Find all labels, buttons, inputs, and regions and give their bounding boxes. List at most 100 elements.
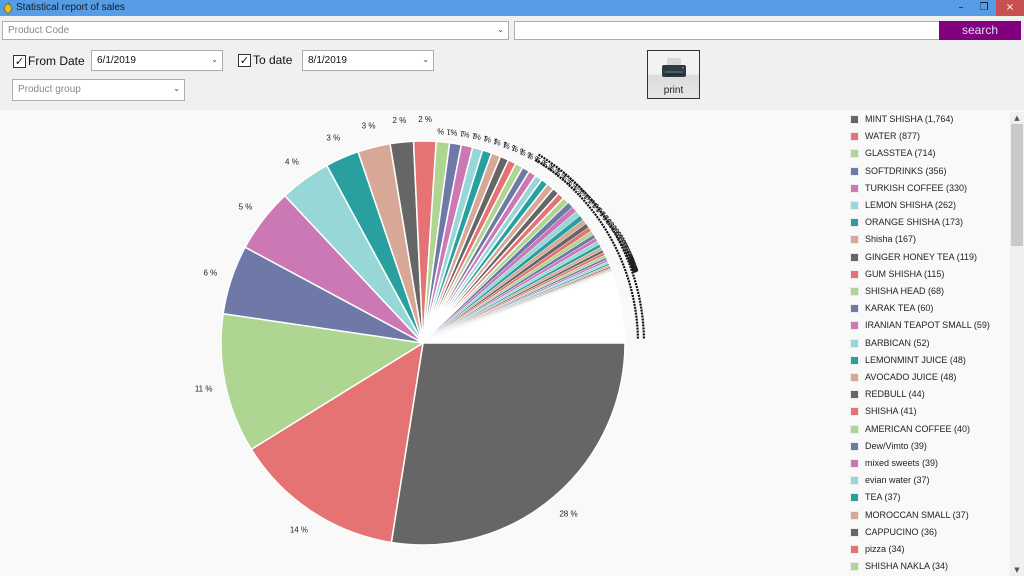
legend-swatch — [850, 166, 859, 176]
legend-label: KARAK TEA (60) — [865, 303, 934, 314]
legend-swatch — [850, 149, 859, 159]
product-group-placeholder: Product group — [18, 84, 81, 95]
scroll-down-icon[interactable]: ▼ — [1010, 564, 1024, 576]
legend-swatch — [850, 183, 859, 193]
legend-label: SHISHA HEAD (68) — [865, 286, 945, 296]
legend-label: TEA (37) — [865, 492, 901, 503]
product-code-placeholder: Product Code — [8, 25, 70, 36]
legend-label: GINGER HONEY TEA (119) — [865, 251, 978, 262]
legend-label: AVOCADO JUICE (48) — [865, 372, 957, 382]
pie-data-label: 2 % — [393, 116, 407, 125]
pie-data-label: 2 % — [418, 115, 432, 124]
close-button[interactable]: × — [996, 0, 1024, 16]
pie-data-label: 3 % — [362, 122, 376, 131]
title-bar: Statistical report of sales – ❐ × — [0, 0, 1024, 16]
legend-label: LEMONMINT JUICE (48) — [865, 354, 966, 365]
from-date-checkbox[interactable]: ✓ — [13, 55, 26, 68]
legend-label: BARBICAN (52) — [865, 337, 930, 348]
legend-swatch — [850, 338, 859, 348]
scroll-up-icon[interactable]: ▲ — [1010, 112, 1024, 124]
legend-label: SOFTDRINKS (356) — [865, 165, 947, 176]
legend-scrollbar[interactable]: ▲ ▼ — [1010, 112, 1024, 576]
legend-label: REDBULL (44) — [865, 389, 925, 400]
legend-swatch — [850, 493, 859, 503]
pie-data-label: 28 % — [559, 509, 577, 518]
legend-label: CAPPUCINO (36) — [865, 526, 938, 537]
legend-label: Shisha (167) — [865, 234, 917, 245]
legend-swatch — [850, 218, 859, 228]
legend-swatch — [850, 510, 859, 520]
legend-label: MOROCCAN SMALL (37) — [865, 509, 969, 520]
legend-label: WATER (877) — [865, 131, 921, 142]
from-date-picker[interactable]: 6/1/2019 ⌄ — [91, 50, 223, 71]
legend-swatch — [850, 252, 859, 262]
legend-swatch — [850, 441, 859, 451]
legend-label: TURKISH COFFEE (330) — [865, 182, 968, 193]
legend-label: GUM SHISHA (115) — [865, 268, 945, 279]
pie-data-label: 4 % — [285, 157, 299, 166]
legend-label: LEMON SHISHA (262) — [865, 200, 957, 210]
legend-label: mixed sweets (39) — [865, 458, 939, 468]
pie-data-label: 0 % — [627, 258, 640, 274]
legend-swatch — [850, 459, 859, 468]
legend-label: IRANIAN TEAPOT SMALL (59) — [865, 320, 990, 331]
chevron-down-icon: ⌄ — [211, 54, 218, 64]
legend-swatch — [850, 287, 859, 296]
legend-label: evian water (37) — [865, 475, 930, 486]
pie-slice-mint-shisha — [390, 342, 626, 546]
pie-data-label: 1 % — [437, 126, 452, 136]
pie-chart: 28 %14 %11 %6 %5 %4 %3 %3 %2 % 2 %1 %1 %1… — [195, 115, 646, 546]
legend-label: SHISHA NAKLA (34) — [865, 561, 949, 572]
scrollbar-thumb[interactable] — [1011, 124, 1023, 246]
legend-swatch — [850, 115, 859, 124]
search-input[interactable] — [514, 21, 940, 40]
pie-data-label: 14 % — [290, 526, 308, 535]
chevron-down-icon: ⌄ — [497, 24, 504, 34]
legend-swatch — [850, 424, 859, 434]
legend-swatch — [850, 476, 859, 486]
legend-label: ORANGE SHISHA (173) — [865, 217, 964, 228]
product-code-dropdown[interactable]: Product Code ⌄ — [2, 21, 509, 40]
legend-swatch — [850, 562, 859, 572]
minimize-button[interactable]: – — [950, 0, 972, 16]
chevron-down-icon: ⌄ — [422, 54, 429, 64]
legend-swatch — [850, 545, 859, 554]
chart-legend: MINT SHISHA (1,764) WATER (877) GLASSTEA (… — [846, 112, 1006, 576]
legend-label: MINT SHISHA (1,764) — [865, 114, 954, 124]
pie-data-label: 3 % — [326, 134, 340, 143]
chart-area: 28 % 14 % 11 % 6 % 5 % 4 % 3 % 3 % 2 % 2 % 1 % 1 % 1… — [0, 110, 1024, 576]
product-group-dropdown[interactable]: Product group ⌄ — [12, 79, 185, 101]
legend-swatch — [850, 355, 859, 365]
to-date-value: 8/1/2019 — [308, 55, 347, 66]
from-date-value: 6/1/2019 — [97, 55, 136, 66]
window-title: Statistical report of sales — [16, 2, 125, 13]
pie-data-label: 11 % — [195, 384, 213, 393]
legend-label: AMERICAN COFFEE (40) — [865, 423, 971, 434]
print-label: print — [663, 85, 684, 96]
legend-swatch — [850, 235, 859, 245]
chevron-down-icon: ⌄ — [173, 84, 180, 93]
pie-data-label: 6 % — [203, 269, 217, 278]
legend-swatch — [850, 373, 859, 382]
to-date-label: To date — [253, 53, 293, 67]
app-icon — [4, 2, 12, 14]
legend-swatch — [850, 304, 859, 314]
legend-label: GLASSTEA (714) — [865, 148, 936, 159]
legend-swatch — [850, 407, 859, 417]
legend-swatch — [850, 321, 859, 331]
printer-icon — [662, 58, 686, 77]
to-date-picker[interactable]: 8/1/2019 ⌄ — [302, 50, 434, 71]
print-button[interactable]: print — [647, 50, 700, 99]
legend-swatch — [850, 201, 859, 210]
search-button[interactable]: search — [939, 21, 1021, 40]
legend-label: pizza (34) — [865, 544, 905, 554]
legend-swatch — [850, 132, 859, 142]
legend-label: SHISHA (41) — [865, 406, 917, 417]
to-date-checkbox[interactable]: ✓ — [238, 54, 251, 67]
restore-button[interactable]: ❐ — [972, 0, 996, 16]
legend-swatch — [850, 269, 859, 279]
pie-data-label: 5 % — [239, 202, 253, 211]
from-date-label: From Date — [28, 54, 85, 68]
legend-label: Dew/Vimto (39) — [865, 440, 927, 451]
legend-swatch — [850, 527, 859, 537]
